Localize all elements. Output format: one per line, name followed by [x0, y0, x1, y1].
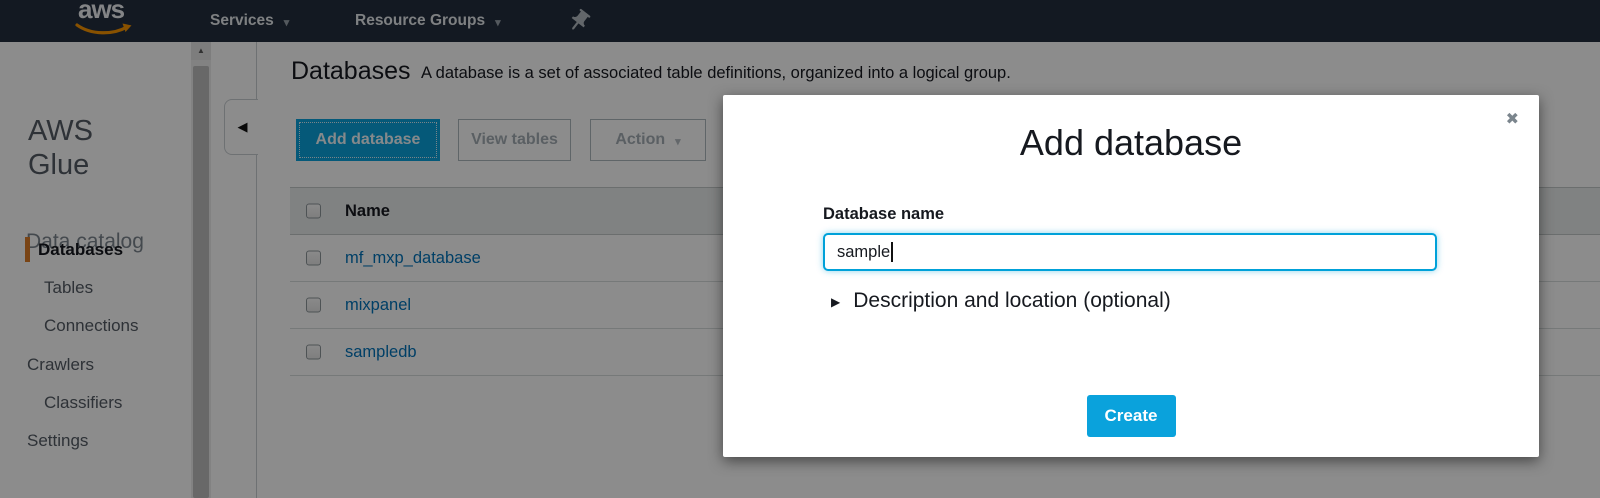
- create-button[interactable]: Create: [1087, 395, 1176, 437]
- modal-title: Add database: [723, 122, 1539, 164]
- description-location-expander[interactable]: ▶ Description and location (optional): [831, 289, 1171, 313]
- add-database-modal: ✖ Add database Database name sample ▶ De…: [723, 95, 1539, 457]
- database-name-input[interactable]: sample: [823, 233, 1437, 271]
- text-cursor: [891, 242, 893, 262]
- aws-glue-console: aws Services ▾ Resource Groups ▾ AWS Glu…: [0, 0, 1600, 498]
- expander-label: Description and location (optional): [853, 289, 1171, 313]
- database-name-value: sample: [837, 243, 890, 262]
- modal-actions: Create: [723, 395, 1539, 437]
- chevron-right-icon: ▶: [831, 293, 840, 309]
- database-name-label: Database name: [823, 205, 944, 224]
